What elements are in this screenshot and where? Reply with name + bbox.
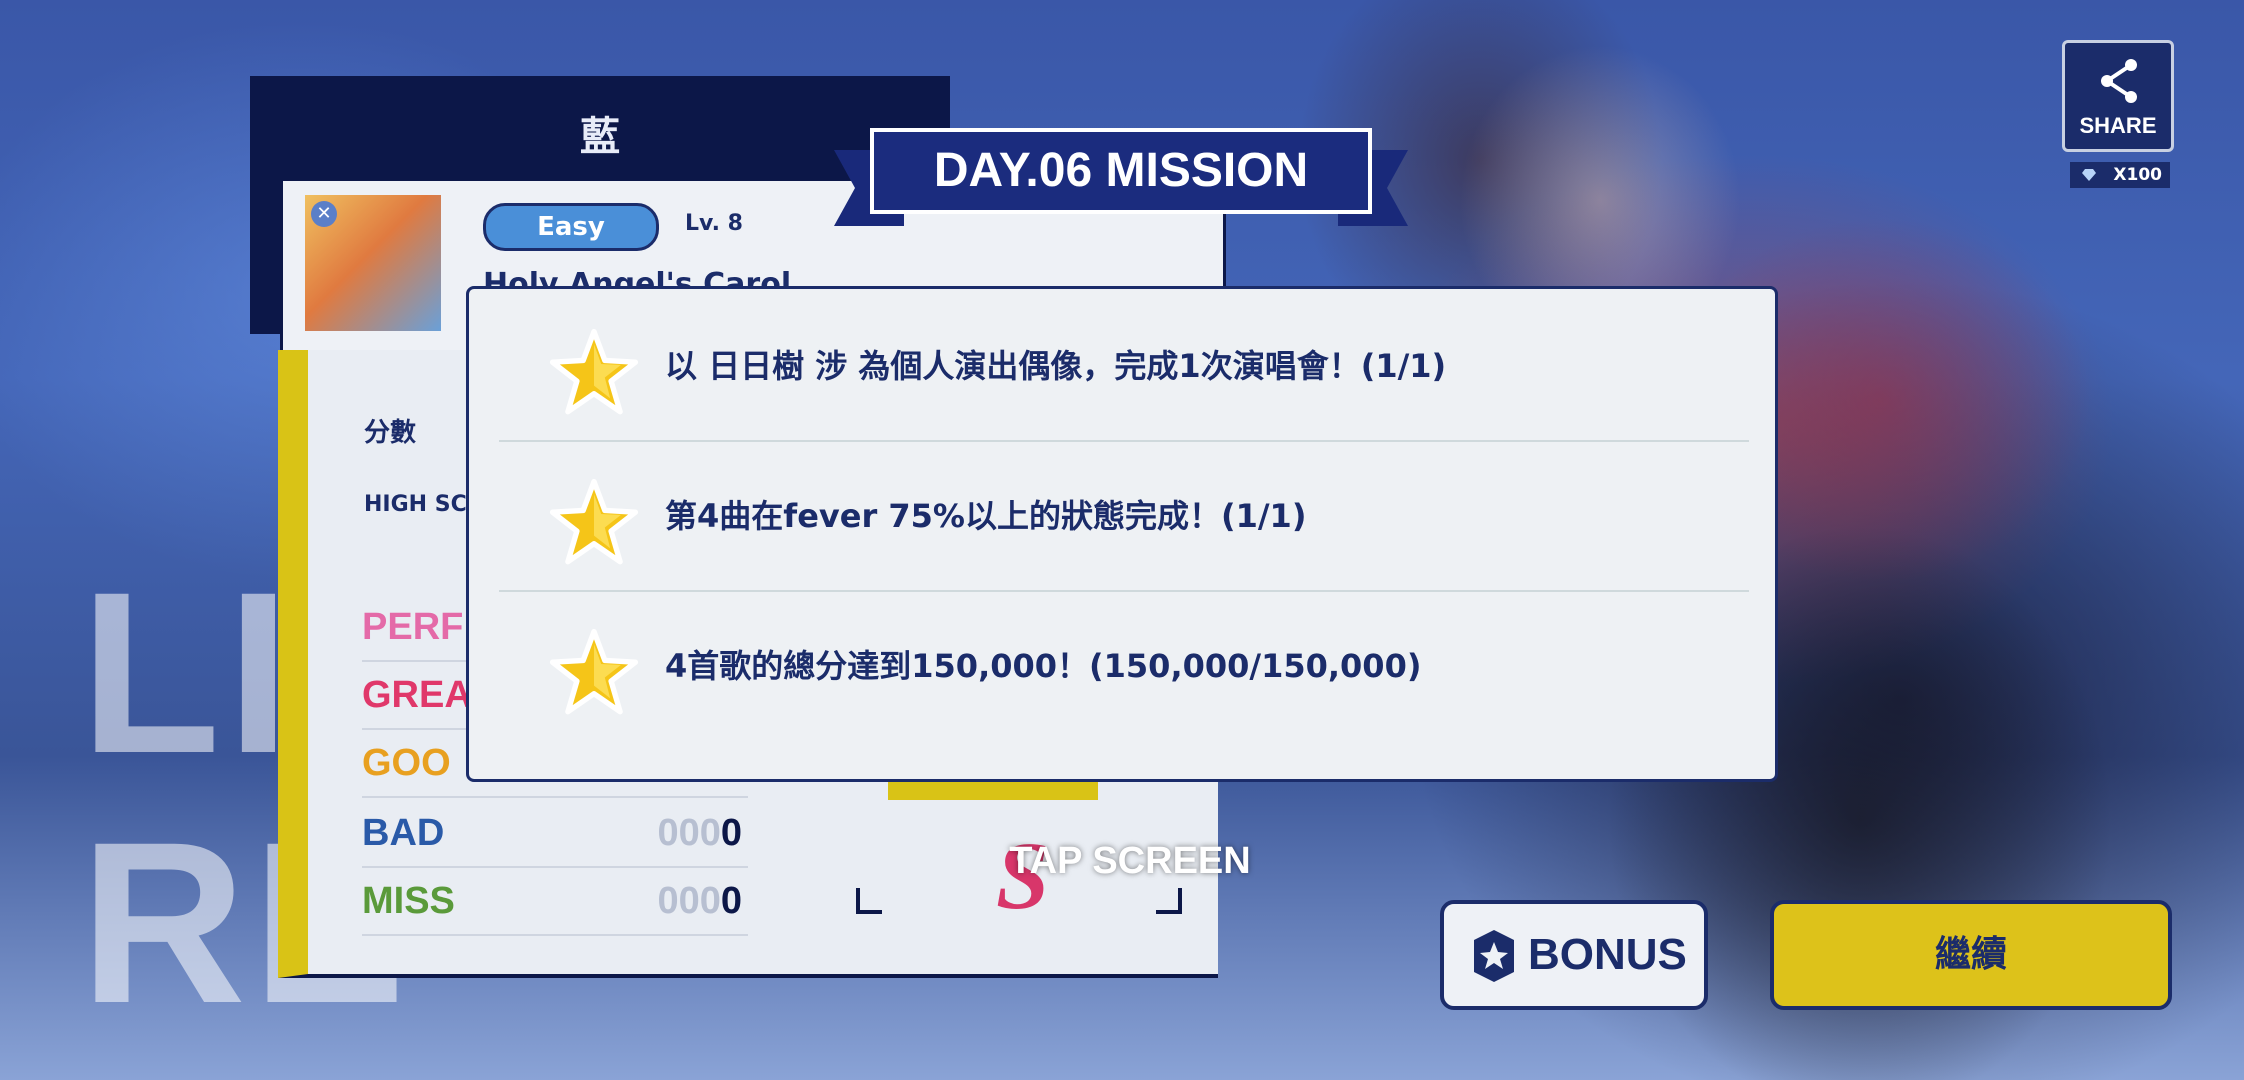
mission-item: 4首歌的總分達到150,000！(150,000/150,000) <box>499 592 1749 740</box>
star-icon <box>549 328 639 415</box>
judgement-value-digit: 0 <box>720 812 742 854</box>
mission-banner: DAY.06 MISSION <box>870 128 1372 214</box>
judgement-name: GREA <box>362 674 472 716</box>
share-reward: X100 <box>2070 162 2170 188</box>
judgement-value-zeros: 000 <box>657 880 721 922</box>
tap-screen-prompt[interactable]: TAP SCREEN <box>1000 840 1260 883</box>
mission-item: 第4曲在fever 75%以上的狀態完成！(1/1) <box>499 442 1749 592</box>
share-button[interactable]: SHARE <box>2062 40 2174 152</box>
difficulty-badge: Easy <box>483 203 659 251</box>
judgement-value: 0000 <box>657 880 742 923</box>
bonus-button[interactable]: BONUS <box>1440 900 1708 1010</box>
bonus-label: BONUS <box>1528 930 1687 979</box>
badge-star-icon <box>1474 930 1514 982</box>
judgement-name: PERF <box>362 606 464 648</box>
star-icon <box>549 628 639 715</box>
background-text-line1: LI <box>80 544 297 801</box>
judgement-name: GOO <box>362 742 451 784</box>
judgement-value-digit: 0 <box>720 880 742 922</box>
rank-bracket-left <box>856 888 882 914</box>
share-label: SHARE <box>2079 113 2157 138</box>
rank-bracket-right <box>1156 888 1182 914</box>
song-level: Lv. 8 <box>685 211 743 236</box>
mission-dialog[interactable]: 以 日日樹 涉 為個人演出偶像，完成1次演唱會！(1/1) 第4曲在fever … <box>466 286 1778 782</box>
judgement-row: BAD 0000 <box>362 800 748 868</box>
continue-button[interactable]: 繼續 <box>1770 900 2172 1010</box>
mission-item: 以 日日樹 涉 為個人演出偶像，完成1次演唱會！(1/1) <box>499 292 1749 442</box>
judgement-name: BAD <box>362 812 445 854</box>
diamond-icon <box>2082 169 2096 181</box>
song-jacket: ✕ <box>305 195 441 331</box>
judgement-row: MISS 0000 <box>362 868 748 936</box>
share-reward-amount: X100 <box>2113 165 2162 185</box>
judgement-name: MISS <box>362 880 455 922</box>
close-icon: ✕ <box>311 201 337 227</box>
share-icon <box>2101 59 2137 103</box>
judgement-value: 0000 <box>657 812 742 855</box>
mission-text: 以 日日樹 涉 為個人演出偶像，完成1次演唱會！(1/1) <box>665 347 1447 385</box>
score-label: 分數 <box>364 418 417 448</box>
mission-text: 4首歌的總分達到150,000！(150,000/150,000) <box>665 647 1422 685</box>
mission-text: 第4曲在fever 75%以上的狀態完成！(1/1) <box>665 497 1307 535</box>
judgement-value-zeros: 000 <box>657 812 721 854</box>
star-icon <box>549 478 639 565</box>
